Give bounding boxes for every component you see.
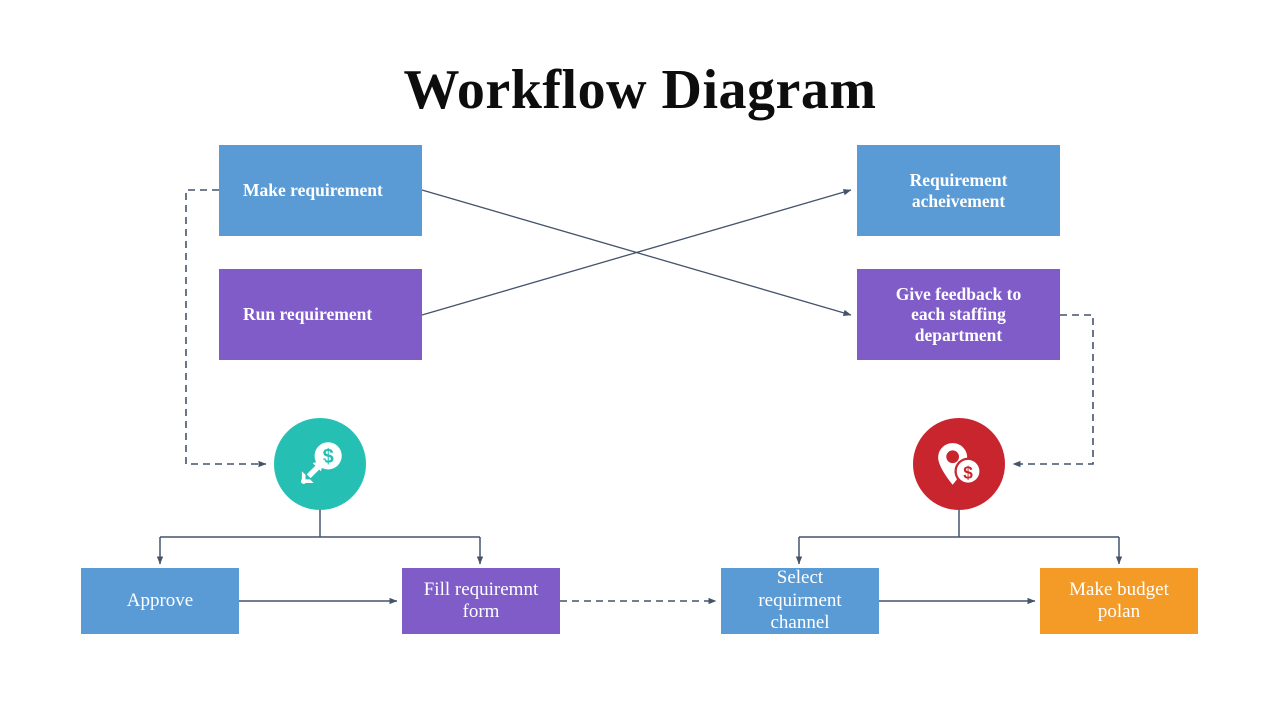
node-label: Make requirement — [243, 180, 383, 201]
node-label: Fill requiremnt form — [423, 578, 539, 622]
connector-make-to-feedback — [421, 189, 852, 316]
node-select-requirment-channel[interactable]: Select requirment channel — [721, 567, 879, 634]
connector-run-to-acheivement — [421, 189, 852, 316]
node-label: Approve — [126, 589, 194, 611]
node-location-money-circle[interactable]: $ — [913, 418, 1005, 510]
node-label: Select requirment channel — [758, 567, 842, 634]
node-label: Run requirement — [243, 304, 373, 325]
node-money-growth-circle[interactable]: $ — [274, 418, 366, 510]
svg-text:$: $ — [323, 446, 334, 468]
node-run-requirement[interactable]: Run requirement — [219, 269, 422, 360]
location-money-icon: $ — [930, 435, 988, 493]
node-label: Requirement acheivement — [909, 169, 1008, 211]
money-growth-icon: $ — [291, 435, 349, 493]
node-make-requirement[interactable]: Make requirement — [219, 145, 422, 236]
svg-text:$: $ — [963, 463, 973, 483]
node-approve[interactable]: Approve — [81, 568, 239, 634]
workflow-diagram-canvas: Workflow Diagram Make requirement Run re… — [0, 0, 1280, 720]
node-label: Make budget polan — [1069, 578, 1169, 622]
node-fill-requiremnt-form[interactable]: Fill requiremnt form — [402, 568, 560, 634]
node-give-feedback[interactable]: Give feedback to each staffing departmen… — [857, 269, 1060, 360]
node-requirement-acheivement[interactable]: Requirement acheivement — [857, 145, 1060, 236]
node-label: Give feedback to each staffing departmen… — [895, 283, 1022, 345]
page-title: Workflow Diagram — [403, 59, 877, 121]
node-make-budget-polan[interactable]: Make budget polan — [1040, 568, 1198, 634]
